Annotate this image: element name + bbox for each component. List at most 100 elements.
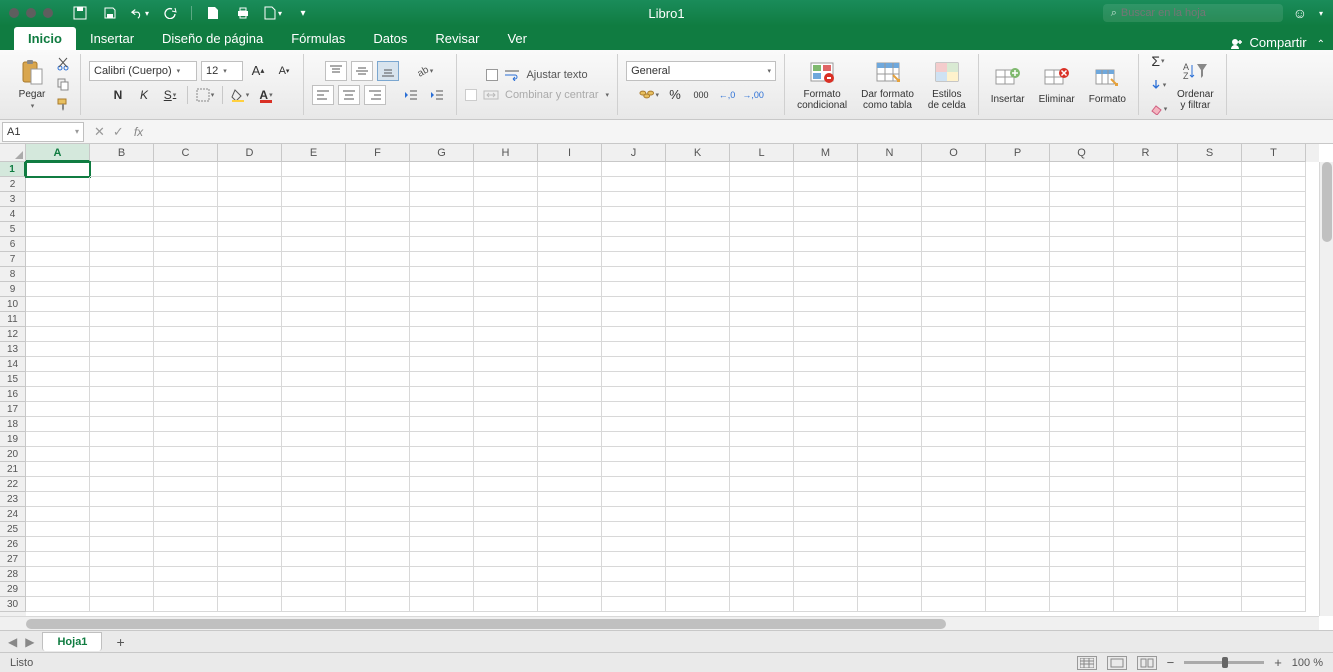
column-header[interactable]: K [666,144,730,162]
cell[interactable] [858,252,922,267]
cell[interactable] [154,162,218,177]
font-color-icon[interactable]: A▾ [255,85,277,105]
cell[interactable] [154,597,218,612]
cell[interactable] [858,552,922,567]
cell[interactable] [730,582,794,597]
cell[interactable] [154,492,218,507]
print-icon[interactable] [234,4,252,22]
cell[interactable] [90,537,154,552]
cell[interactable] [474,462,538,477]
select-all-button[interactable] [0,144,26,162]
cell[interactable] [858,327,922,342]
page-layout-view-icon[interactable] [1107,656,1127,670]
cell[interactable] [602,312,666,327]
cell[interactable] [154,237,218,252]
cell[interactable] [410,237,474,252]
column-header[interactable]: F [346,144,410,162]
cell[interactable] [346,297,410,312]
column-header[interactable]: R [1114,144,1178,162]
cell[interactable] [1242,552,1306,567]
cell[interactable] [410,177,474,192]
cell[interactable] [410,372,474,387]
cell[interactable] [410,522,474,537]
cell[interactable] [346,477,410,492]
cell[interactable] [474,297,538,312]
cell[interactable] [474,312,538,327]
conditional-formatting-button[interactable]: Formato condicional [793,57,851,113]
sort-filter-button[interactable]: AZ Ordenar y filtrar [1173,57,1218,113]
cell[interactable] [1050,462,1114,477]
cell[interactable] [986,267,1050,282]
cell[interactable] [1114,597,1178,612]
cell[interactable] [474,372,538,387]
cell[interactable] [986,297,1050,312]
cell[interactable] [730,372,794,387]
cell[interactable] [602,582,666,597]
cell[interactable] [858,402,922,417]
row-header[interactable]: 2 [0,177,26,192]
column-header[interactable]: A [26,144,90,162]
cell[interactable] [858,447,922,462]
cell[interactable] [666,522,730,537]
cell[interactable] [282,552,346,567]
cell[interactable] [922,162,986,177]
cell[interactable] [410,252,474,267]
cell[interactable] [474,267,538,282]
cell[interactable] [858,207,922,222]
cell[interactable] [794,372,858,387]
cell[interactable] [1050,162,1114,177]
cell[interactable] [90,372,154,387]
row-header[interactable]: 17 [0,402,26,417]
cell[interactable] [474,477,538,492]
cell[interactable] [858,522,922,537]
cell[interactable] [986,417,1050,432]
row-header[interactable]: 11 [0,312,26,327]
cell[interactable] [1178,492,1242,507]
format-cells-button[interactable]: Formato [1085,62,1130,107]
cell[interactable] [730,327,794,342]
cell[interactable] [218,402,282,417]
cell[interactable] [922,447,986,462]
cell[interactable] [26,297,90,312]
cell[interactable] [218,582,282,597]
cell[interactable] [986,162,1050,177]
cell[interactable] [986,447,1050,462]
cell[interactable] [218,492,282,507]
cell[interactable] [666,507,730,522]
cell[interactable] [730,177,794,192]
row-header[interactable]: 5 [0,222,26,237]
cell[interactable] [1050,297,1114,312]
cell[interactable] [922,192,986,207]
cell[interactable] [1242,567,1306,582]
cell[interactable] [90,522,154,537]
cell[interactable] [1050,177,1114,192]
cell[interactable] [346,252,410,267]
cell[interactable] [794,417,858,432]
cell[interactable] [922,402,986,417]
cell[interactable] [1114,582,1178,597]
cell[interactable] [858,537,922,552]
cell[interactable] [346,207,410,222]
cell[interactable] [90,207,154,222]
cell[interactable] [282,477,346,492]
align-middle-icon[interactable] [351,61,373,81]
cell[interactable] [1114,537,1178,552]
cell[interactable] [474,327,538,342]
tab-datos[interactable]: Datos [359,27,421,50]
decrease-font-icon[interactable]: A▾ [273,61,295,81]
cell[interactable] [26,267,90,282]
cell[interactable] [1050,597,1114,612]
cell[interactable] [1050,267,1114,282]
cell[interactable] [154,177,218,192]
cell[interactable] [538,522,602,537]
cell[interactable] [218,282,282,297]
cell[interactable] [282,327,346,342]
column-header[interactable]: D [218,144,282,162]
zoom-out-icon[interactable]: − [1167,655,1175,670]
cell[interactable] [474,402,538,417]
cell[interactable] [666,357,730,372]
cell[interactable] [922,462,986,477]
zoom-slider-thumb[interactable] [1222,657,1228,668]
cell[interactable] [1242,162,1306,177]
cell[interactable] [1242,342,1306,357]
